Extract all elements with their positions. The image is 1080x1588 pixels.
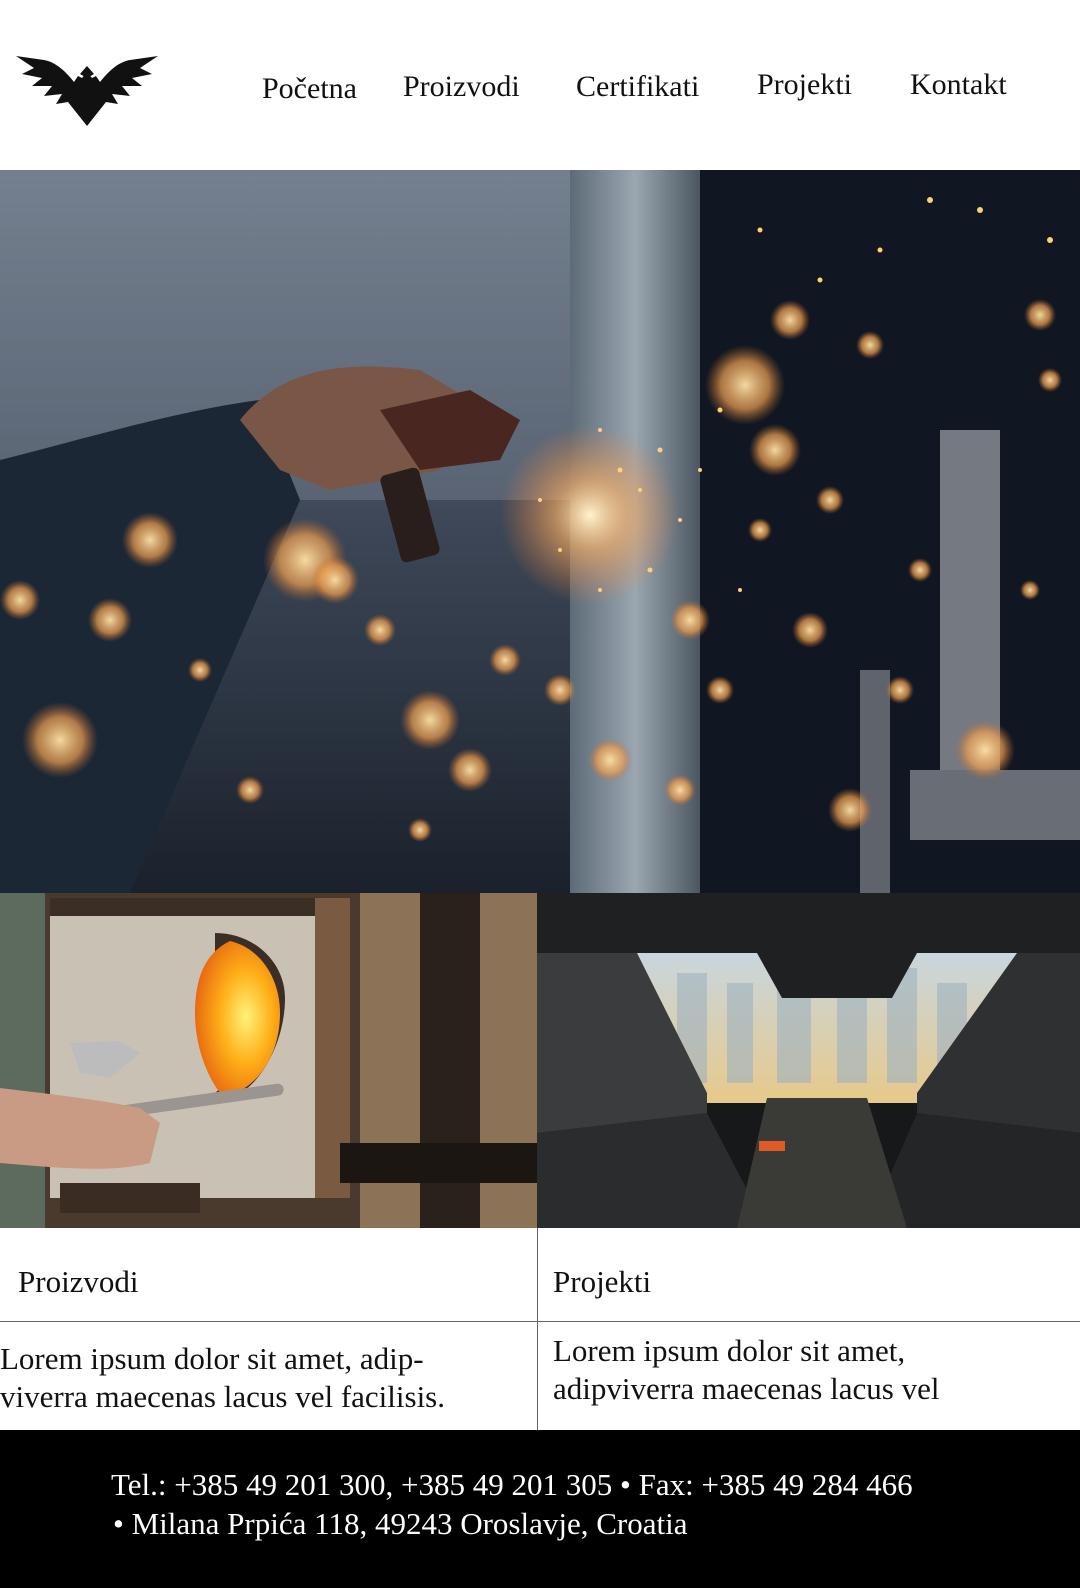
nav-proizvodi[interactable]: Proizvodi	[403, 70, 520, 104]
hero-welding-image	[0, 170, 1080, 893]
card-divider-vertical	[537, 1228, 538, 1430]
site-header: Početna Proizvodi Certifikati Projekti K…	[0, 0, 1080, 170]
eagle-logo-icon[interactable]	[16, 42, 158, 126]
footer-contact-line: Tel.: +385 49 201 300, +385 49 201 305 •…	[111, 1467, 913, 1502]
footer-address-line: • Milana Prpića 118, 49243 Oroslavje, Cr…	[113, 1506, 688, 1541]
furnace-photo-illustration	[0, 893, 537, 1228]
hero-photo-illustration	[0, 170, 1080, 893]
furnace-image	[0, 893, 537, 1228]
products-card-text-line1: Lorem ipsum dolor sit amet, adip-	[0, 1341, 424, 1376]
projects-card-title[interactable]: Projekti	[553, 1264, 651, 1300]
steel-beam-image	[537, 893, 1080, 1228]
products-card-title[interactable]: Proizvodi	[18, 1264, 139, 1300]
projects-card-text-line1: Lorem ipsum dolor sit amet,	[553, 1333, 906, 1368]
nav-pocetna[interactable]: Početna	[262, 72, 357, 106]
products-card-text-line2: viverra maecenas lacus vel facilisis.	[0, 1379, 445, 1414]
nav-certifikati[interactable]: Certifikati	[576, 70, 699, 104]
nav-kontakt[interactable]: Kontakt	[910, 68, 1007, 102]
nav-projekti[interactable]: Projekti	[757, 68, 852, 102]
steel-beam-photo-illustration	[537, 893, 1080, 1228]
projects-card-text-line2: adipviverra maecenas lacus vel	[553, 1371, 940, 1406]
card-divider-horizontal	[0, 1321, 1080, 1322]
site-footer: Tel.: +385 49 201 300, +385 49 201 305 •…	[0, 1430, 1080, 1588]
